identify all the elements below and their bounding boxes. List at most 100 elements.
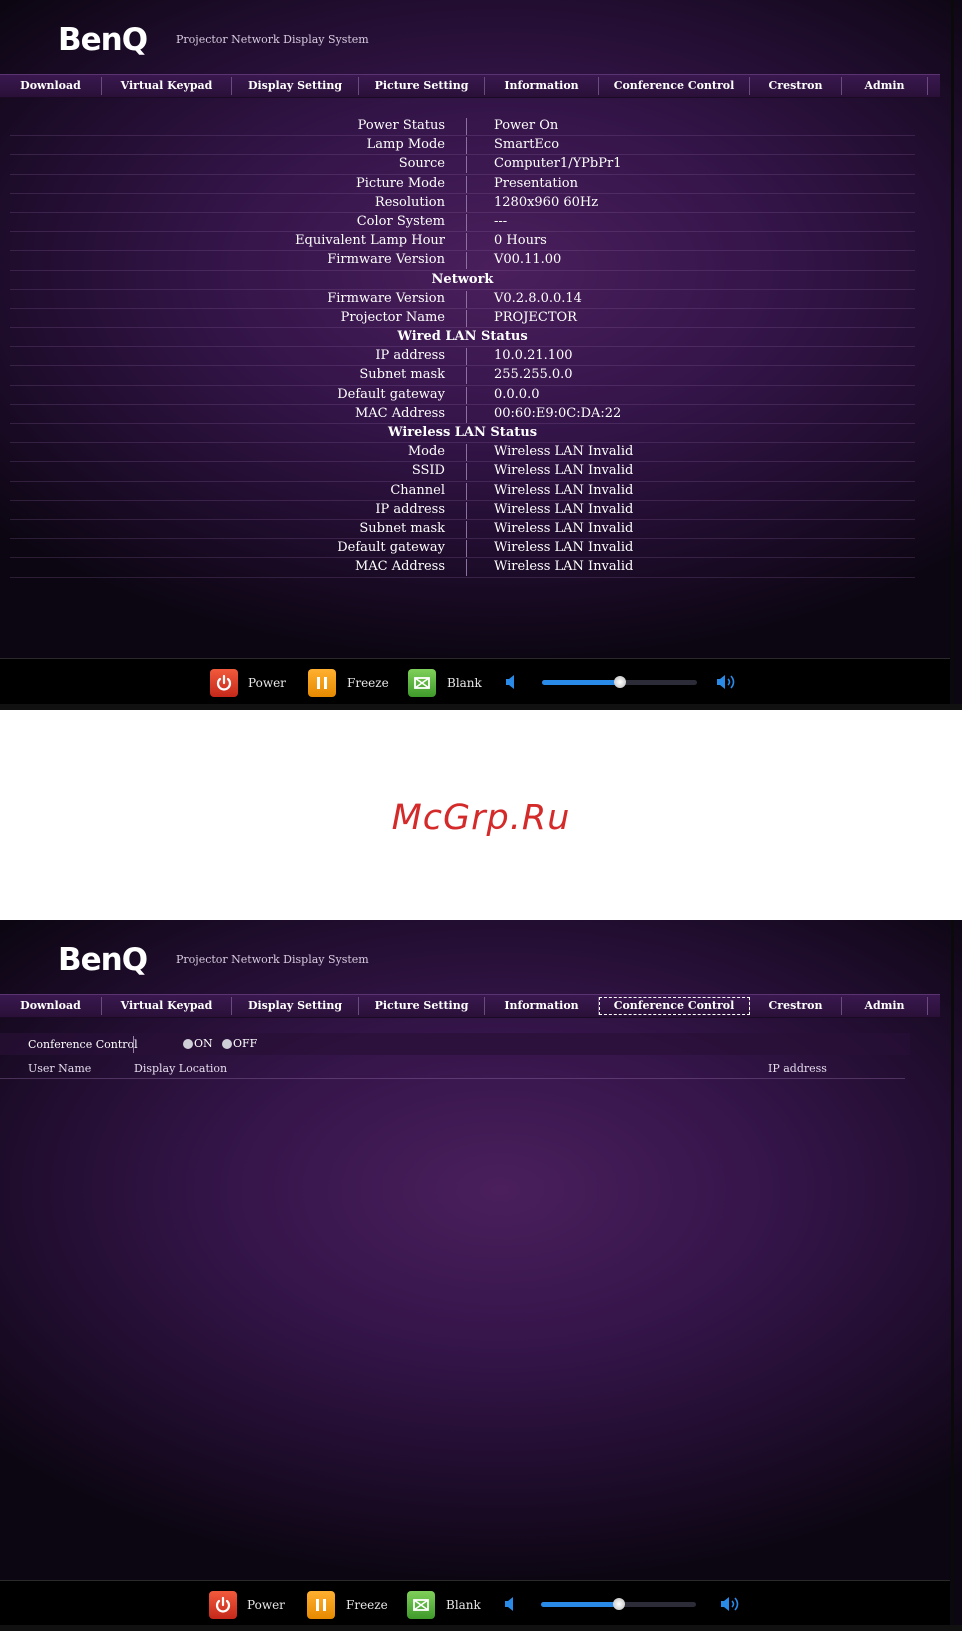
info-row: Source Computer1/YPbPr1 (10, 155, 915, 175)
nav-virtual-keypad[interactable]: Virtual Keypad (102, 77, 232, 95)
volume-slider[interactable] (541, 1598, 696, 1610)
nav-conference-control[interactable]: Conference Control (599, 77, 750, 95)
column-divider (466, 348, 467, 366)
section-title: Network (431, 271, 494, 287)
info-value: Power On (494, 118, 559, 133)
power-button[interactable] (210, 669, 238, 697)
nav-virtual-keypad[interactable]: Virtual Keypad (102, 997, 232, 1015)
section-header: Wired LAN Status (10, 328, 915, 348)
freeze-button[interactable] (308, 669, 336, 697)
info-row: IP address Wireless LAN Invalid (10, 501, 915, 520)
nav-download[interactable]: Download (0, 997, 102, 1015)
conference-off-radio[interactable] (222, 1039, 232, 1049)
column-divider (466, 386, 467, 404)
column-divider (466, 290, 467, 308)
info-label: Source (398, 156, 445, 172)
power-label: Power (247, 1598, 285, 1612)
info-label: Color System (356, 213, 445, 229)
info-label: Equivalent Lamp Hour (295, 233, 445, 249)
volume-down-icon[interactable] (505, 673, 519, 691)
nav-admin[interactable]: Admin (842, 77, 928, 95)
info-row: Color System --- (10, 213, 915, 233)
conference-off-label: OFF (233, 1037, 258, 1050)
info-row: Firmware Version V00.11.00 (10, 251, 915, 271)
nav-display-setting[interactable]: Display Setting (232, 77, 359, 95)
nav-information[interactable]: Information (485, 997, 599, 1015)
tagline: Projector Network Display System (176, 33, 369, 46)
nav-conference-control[interactable]: Conference Control (599, 997, 750, 1015)
info-value: 10.0.21.100 (494, 348, 573, 364)
blank-button[interactable] (407, 1591, 435, 1619)
column-divider (466, 118, 467, 135)
volume-slider-fill (542, 680, 620, 685)
column-divider (466, 367, 467, 385)
info-value: Wireless LAN Invalid (494, 540, 634, 556)
header: BenQ Projector Network Display System (0, 920, 962, 992)
nav-crestron[interactable]: Crestron (750, 77, 842, 95)
info-label: SSID (411, 463, 445, 479)
nav-download[interactable]: Download (0, 77, 102, 95)
freeze-label: Freeze (347, 676, 389, 690)
volume-up-icon[interactable] (716, 673, 742, 691)
pause-icon (316, 1599, 326, 1611)
column-divider (466, 137, 467, 155)
nav-display-setting[interactable]: Display Setting (232, 997, 359, 1015)
conference-on-radio[interactable] (183, 1039, 193, 1049)
nav-picture-setting[interactable]: Picture Setting (359, 77, 485, 95)
volume-slider-knob[interactable] (612, 1598, 625, 1610)
column-divider (466, 540, 467, 558)
section-title: Wired LAN Status (397, 329, 528, 345)
column-divider (466, 463, 467, 481)
column-user-name: User Name (28, 1062, 92, 1075)
column-divider (466, 252, 467, 270)
info-label: Subnet mask (359, 520, 445, 536)
nav-picture-setting[interactable]: Picture Setting (359, 997, 485, 1015)
column-divider (466, 309, 467, 327)
info-row: Power Status Power On (10, 117, 915, 137)
power-label: Power (248, 676, 286, 690)
column-divider (466, 405, 467, 423)
volume-slider[interactable] (542, 676, 697, 688)
info-label: Lamp Mode (366, 137, 445, 153)
volume-down-icon[interactable] (504, 1595, 518, 1613)
freeze-button[interactable] (307, 1591, 335, 1619)
nav-admin[interactable]: Admin (842, 997, 928, 1015)
tagline: Projector Network Display System (176, 953, 369, 966)
info-row: Subnet mask Wireless LAN Invalid (10, 520, 915, 540)
main-nav: Download Virtual Keypad Display Setting … (0, 74, 940, 98)
info-row: Lamp Mode SmartEco (10, 136, 915, 156)
control-bar: Power Freeze Blank (0, 1580, 950, 1628)
info-label: Resolution (374, 194, 445, 210)
info-value: Wireless LAN Invalid (494, 482, 634, 498)
blank-button[interactable] (408, 669, 436, 697)
nav-crestron[interactable]: Crestron (750, 997, 842, 1015)
info-value: 0 Hours (494, 233, 547, 249)
benq-logo: BenQ (58, 22, 148, 58)
freeze-label: Freeze (346, 1598, 388, 1612)
power-icon (215, 1596, 231, 1613)
info-label: Firmware Version (327, 290, 445, 306)
frame-border (951, 920, 954, 1631)
info-value: Wireless LAN Invalid (494, 463, 634, 479)
info-row: SSID Wireless LAN Invalid (10, 462, 915, 482)
information-table: Power Status Power On Lamp Mode SmartEco Sou… (10, 117, 915, 578)
conference-control-label: Conference Control (28, 1038, 138, 1051)
blank-label: Blank (447, 676, 482, 690)
nav-information[interactable]: Information (485, 77, 599, 95)
column-divider (466, 175, 467, 193)
info-value: Computer1/YPbPr1 (494, 156, 622, 172)
info-value: Wireless LAN Invalid (494, 444, 634, 460)
volume-slider-knob[interactable] (613, 676, 626, 688)
frame-bottom (0, 1625, 962, 1631)
power-button[interactable] (209, 1591, 237, 1619)
info-row: Firmware Version V0.2.8.0.0.14 (10, 290, 915, 309)
section-title: Wireless LAN Status (387, 425, 538, 440)
blank-label: Blank (446, 1598, 481, 1612)
blank-icon (413, 1599, 429, 1611)
info-value: Wireless LAN Invalid (494, 559, 634, 575)
volume-up-icon[interactable] (720, 1595, 746, 1613)
info-value: 255.255.0.0 (494, 367, 573, 383)
info-row: IP address 10.0.21.100 (10, 347, 915, 367)
info-row: Resolution 1280x960 60Hz (10, 194, 915, 213)
information-screen: BenQ Projector Network Display System Do… (0, 0, 962, 710)
